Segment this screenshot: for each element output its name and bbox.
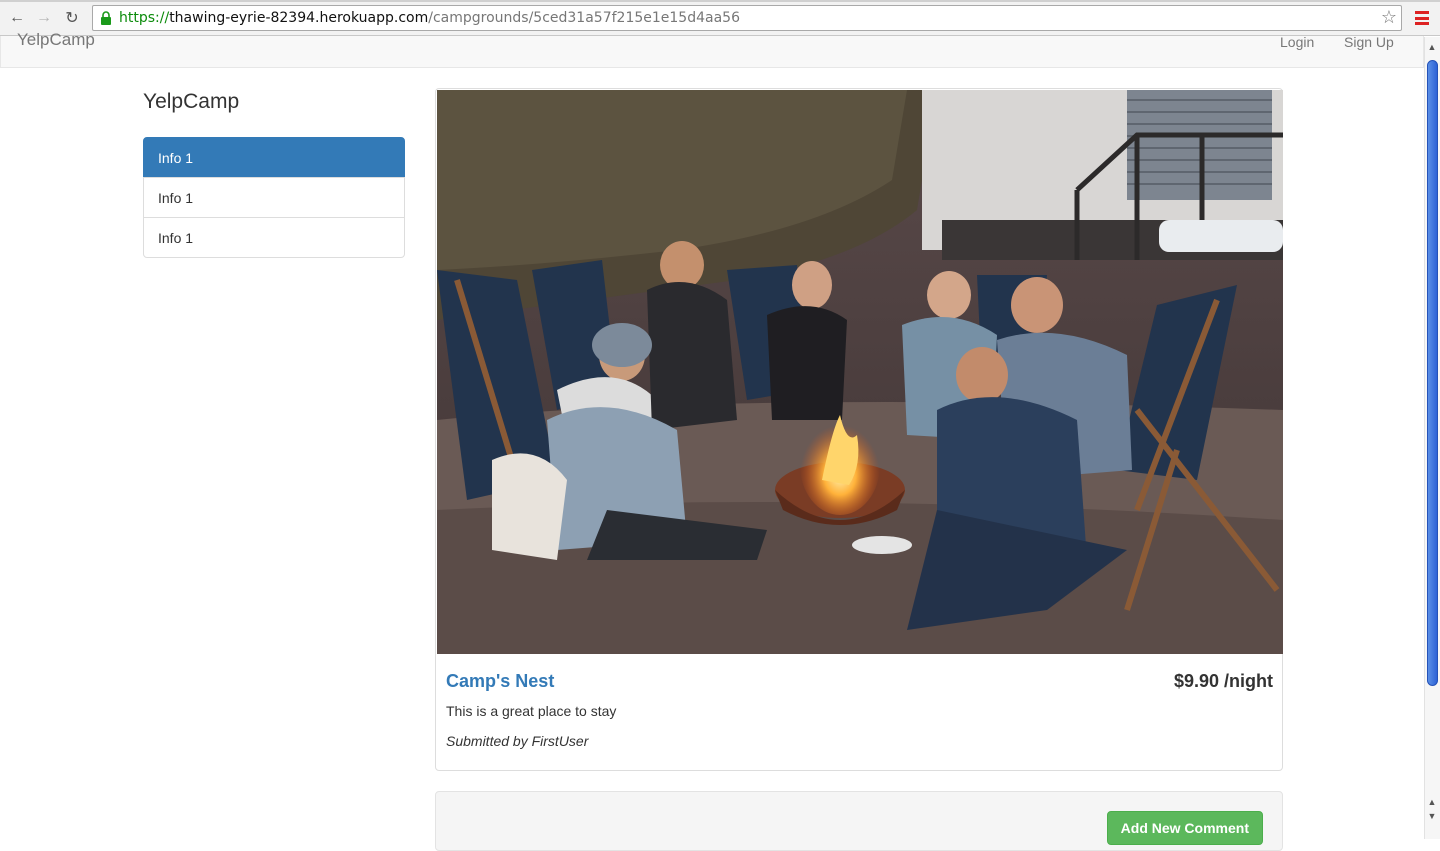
campground-photo bbox=[437, 90, 1283, 654]
forward-arrow-icon[interactable]: → bbox=[34, 8, 54, 28]
browser-menu-icon[interactable] bbox=[1415, 11, 1429, 25]
scrollbar-thumb[interactable] bbox=[1427, 60, 1438, 686]
url-host: thawing-eyrie-82394.herokuapp.com bbox=[169, 10, 429, 26]
campfire-photo-illustration bbox=[437, 90, 1283, 654]
campground-card: Camp's Nest $9.90 /night This is a great… bbox=[435, 88, 1283, 771]
campground-description: This is a great place to stay bbox=[446, 703, 617, 719]
comments-well: Add New Comment bbox=[435, 791, 1283, 851]
sidebar-item-info-2[interactable]: Info 1 bbox=[143, 177, 405, 218]
add-new-comment-button[interactable]: Add New Comment bbox=[1106, 811, 1263, 845]
login-link[interactable]: Login bbox=[1280, 34, 1314, 50]
lock-icon bbox=[101, 11, 111, 25]
browser-toolbar: ← → ↻ https://thawing-eyrie-82394.heroku… bbox=[0, 0, 1440, 36]
bookmark-star-icon[interactable]: ☆ bbox=[1381, 6, 1397, 30]
url-scheme: https:// bbox=[119, 10, 170, 26]
address-bar[interactable]: https://thawing-eyrie-82394.herokuapp.co… bbox=[92, 5, 1402, 31]
scroll-up-small-arrow-icon[interactable]: ▲ bbox=[1424, 795, 1440, 809]
campground-name-link[interactable]: Camp's Nest bbox=[446, 671, 554, 692]
scroll-up-arrow-icon[interactable]: ▲ bbox=[1424, 37, 1440, 57]
top-navbar: YelpCamp Login Sign Up bbox=[0, 30, 1424, 68]
back-arrow-icon[interactable]: ← bbox=[7, 8, 27, 28]
sidebar-list: Info 1 Info 1 Info 1 bbox=[143, 137, 405, 258]
url-path: /campgrounds/5ced31a57f215e1e15d4aa56 bbox=[428, 10, 740, 26]
campground-price: $9.90 /night bbox=[1173, 671, 1273, 691]
scroll-down-arrow-icon[interactable]: ▼ bbox=[1424, 809, 1440, 823]
navbar-brand[interactable]: YelpCamp bbox=[17, 30, 95, 50]
sidebar-item-info-3[interactable]: Info 1 bbox=[143, 217, 405, 258]
sidebar-item-info-1[interactable]: Info 1 bbox=[143, 137, 405, 178]
campground-author: Submitted by FirstUser bbox=[446, 733, 589, 749]
tab-strip bbox=[0, 0, 1440, 2]
signup-link[interactable]: Sign Up bbox=[1344, 34, 1394, 50]
reload-icon[interactable]: ↻ bbox=[62, 8, 82, 28]
sidebar-title: YelpCamp bbox=[143, 90, 240, 113]
